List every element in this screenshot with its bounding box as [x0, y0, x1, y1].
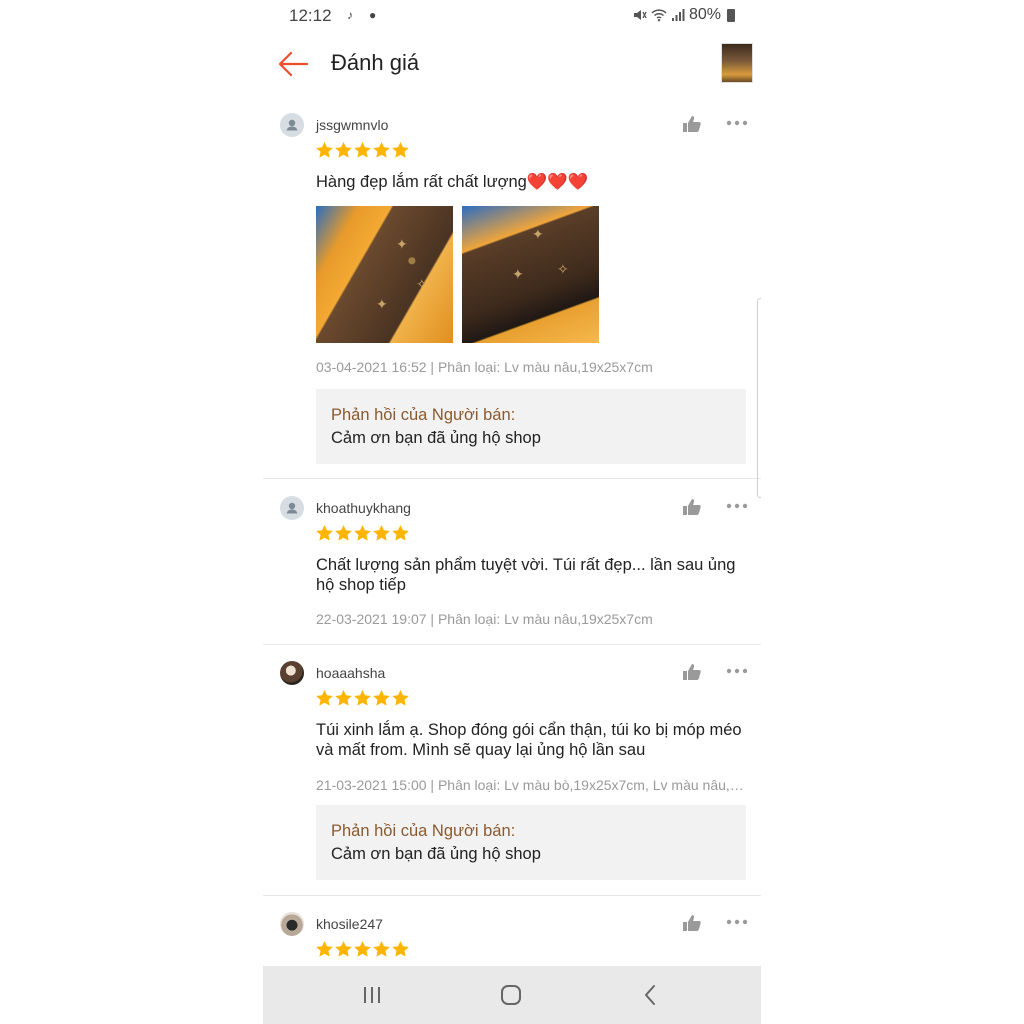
- star-icon: [392, 690, 409, 706]
- star-icon: [354, 690, 371, 706]
- messenger-icon: ●: [369, 8, 377, 22]
- star-icon: [354, 525, 371, 541]
- star-icon: [373, 690, 390, 706]
- star-icon: [335, 525, 352, 541]
- star-icon: [335, 941, 352, 957]
- divider: [263, 644, 761, 645]
- seller-reply: Phản hồi của Người bán: Cảm ơn bạn đã ủn…: [316, 389, 746, 464]
- status-right: 80%: [633, 6, 735, 24]
- more-options-icon[interactable]: [726, 663, 748, 679]
- home-icon[interactable]: [498, 983, 524, 1007]
- page-title: Đánh giá: [331, 50, 420, 75]
- user-placeholder-icon: [286, 119, 298, 131]
- username: khosile247: [316, 916, 383, 932]
- username: khoathuykhang: [316, 500, 411, 516]
- system-nav-bar: [263, 966, 761, 1024]
- review-comment: Hàng đẹp lắm rất chất lượng❤️❤️❤️: [316, 173, 589, 191]
- thumbs-up-icon[interactable]: [682, 914, 702, 932]
- review-photos: ✦ ✧ ✦ ✦ ✧ ✦: [316, 206, 599, 343]
- seller-reply-title: Phản hồi của Người bán:: [331, 406, 516, 424]
- seller-reply: Phản hồi của Người bán: Cảm ơn bạn đã ủn…: [316, 805, 746, 880]
- product-thumbnail[interactable]: [721, 43, 753, 83]
- tiktok-icon: ♪: [347, 8, 353, 22]
- avatar[interactable]: [280, 496, 304, 520]
- thumbs-up-icon[interactable]: [682, 663, 702, 681]
- review-photo[interactable]: ✦ ✧ ✦: [316, 206, 453, 343]
- thumbs-up-icon[interactable]: [682, 498, 702, 516]
- star-rating: [316, 525, 409, 541]
- avatar[interactable]: [280, 661, 304, 685]
- star-icon: [354, 142, 371, 158]
- star-icon: [316, 690, 333, 706]
- star-icon: [373, 525, 390, 541]
- thumbs-up-icon[interactable]: [682, 115, 702, 133]
- review-comment: Túi xinh lắm ạ. Shop đóng gói cẩn thận, …: [316, 721, 742, 759]
- review-meta: 21-03-2021 15:00 | Phân loại: Lv màu bò,…: [316, 777, 746, 793]
- star-rating: [316, 941, 409, 957]
- more-options-icon[interactable]: [726, 498, 748, 514]
- username: jssgwmnvlo: [316, 117, 389, 133]
- phone-screen: 12:12 ♪ ● 80% Đánh giá jssgwmnvlo Hàng đ…: [263, 0, 761, 1024]
- user-placeholder-icon: [286, 502, 298, 514]
- star-icon: [392, 525, 409, 541]
- signal-icon: [671, 9, 685, 21]
- seller-reply-text: Cảm ơn bạn đã ủng hộ shop: [331, 429, 541, 447]
- app-header: Đánh giá: [263, 32, 761, 92]
- scrollbar[interactable]: [757, 298, 761, 498]
- star-icon: [335, 142, 352, 158]
- more-options-icon[interactable]: [726, 115, 748, 131]
- divider: [263, 895, 761, 896]
- mute-icon: [633, 10, 647, 20]
- star-icon: [392, 941, 409, 957]
- star-icon: [316, 142, 333, 158]
- review-meta: 22-03-2021 19:07 | Phân loại: Lv màu nâu…: [316, 611, 653, 627]
- seller-reply-text: Cảm ơn bạn đã ủng hộ shop: [331, 845, 541, 863]
- star-icon: [373, 941, 390, 957]
- star-icon: [373, 142, 390, 158]
- more-options-icon[interactable]: [726, 914, 748, 930]
- star-icon: [316, 941, 333, 957]
- status-bar: 12:12 ♪ ● 80%: [263, 0, 761, 32]
- back-icon[interactable]: [638, 983, 664, 1007]
- wifi-icon: [651, 9, 667, 22]
- battery-icon: [727, 8, 735, 22]
- recent-apps-icon[interactable]: [359, 983, 385, 1007]
- review-photo[interactable]: ✦ ✧ ✦: [462, 206, 599, 343]
- star-icon: [316, 525, 333, 541]
- star-icon: [335, 690, 352, 706]
- avatar[interactable]: [280, 912, 304, 936]
- star-icon: [354, 941, 371, 957]
- status-time: 12:12: [289, 6, 332, 25]
- star-rating: [316, 690, 409, 706]
- avatar[interactable]: [280, 113, 304, 137]
- seller-reply-title: Phản hồi của Người bán:: [331, 822, 516, 840]
- username: hoaaahsha: [316, 665, 386, 681]
- review-meta: 03-04-2021 16:52 | Phân loại: Lv màu nâu…: [316, 359, 653, 375]
- star-rating: [316, 142, 409, 158]
- back-arrow-icon[interactable]: [277, 50, 309, 78]
- review-comment: Chất lượng sản phẩm tuyệt vời. Túi rất đ…: [316, 556, 736, 594]
- divider: [263, 478, 761, 479]
- battery-percent: 80%: [688, 6, 721, 23]
- star-icon: [392, 142, 409, 158]
